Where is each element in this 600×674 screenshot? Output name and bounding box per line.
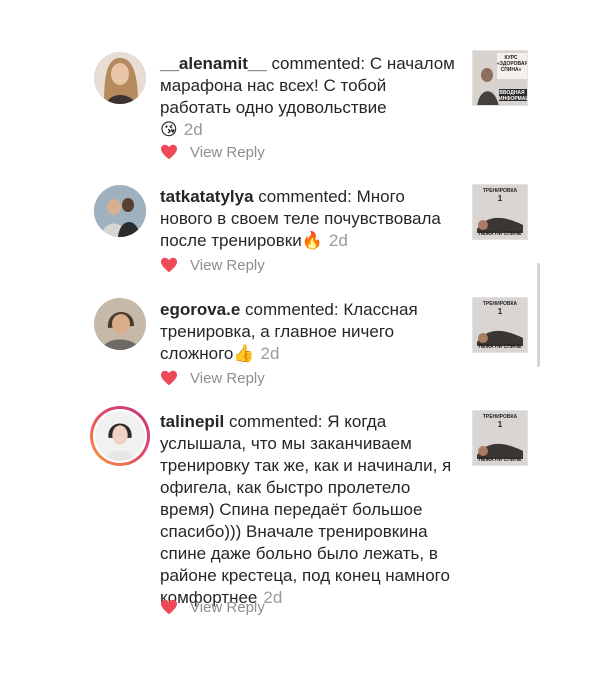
- fire-emoji-icon: 🔥: [301, 231, 323, 251]
- post-thumbnail[interactable]: ТРЕНИРОВКА 1 ЛЁЖА НА СПИНЕ: [472, 297, 528, 353]
- avatar[interactable]: [94, 52, 146, 104]
- heart-icon[interactable]: [160, 144, 178, 160]
- woman-portrait-icon: [95, 411, 145, 461]
- avatar[interactable]: [94, 185, 146, 237]
- heart-icon[interactable]: [160, 257, 178, 273]
- avatar[interactable]: [90, 406, 150, 466]
- post-thumbnail[interactable]: КУРС «ЗДОРОВАЯ СПИНА» ВВОДНАЯ ИНФОРМАЦИЯ: [472, 50, 528, 106]
- comment-body: Я когда услышала, что мы заканчиваем тре…: [160, 412, 452, 607]
- thumb-text: ИНФОРМАЦИЯ: [499, 96, 527, 102]
- comment-username[interactable]: egorova.e: [160, 300, 240, 319]
- comment-username[interactable]: __alenamit__: [160, 54, 267, 73]
- heart-icon[interactable]: [160, 599, 178, 615]
- post-thumbnail[interactable]: ТРЕНИРОВКА 1 ЛЁЖА НА СПИНЕ: [472, 410, 528, 466]
- comment-time: 2d: [183, 120, 203, 139]
- reply-row: View Reply: [160, 596, 265, 618]
- avatar[interactable]: [94, 298, 146, 350]
- thumb-text: ЛЁЖА НА СПИНЕ: [478, 231, 522, 237]
- people-photo-icon: [94, 185, 146, 237]
- thumb-text: 1: [497, 194, 503, 203]
- thumb-text: ЛЁЖА НА СПИНЕ: [478, 457, 522, 463]
- comment-verb: commented:: [228, 412, 323, 431]
- view-reply-link[interactable]: View Reply: [190, 257, 265, 274]
- reply-row: View Reply: [160, 367, 265, 389]
- comment-time: 2d: [263, 588, 283, 607]
- comment-text: egorova.e commented: Классная тренировка…: [160, 299, 456, 365]
- scrollbar[interactable]: [537, 263, 540, 367]
- woman-portrait-icon: [94, 52, 146, 104]
- comment-verb: commented:: [271, 54, 366, 73]
- thumbs-up-emoji-icon: 👍: [233, 344, 255, 364]
- view-reply-link[interactable]: View Reply: [190, 599, 265, 616]
- view-reply-link[interactable]: View Reply: [190, 144, 265, 161]
- kiss-emoji-icon: 😘: [160, 120, 178, 140]
- thumb-text: 1: [497, 420, 503, 429]
- comment-username[interactable]: talinepil: [160, 412, 224, 431]
- comment-time: 2d: [328, 231, 348, 250]
- view-reply-link[interactable]: View Reply: [190, 370, 265, 387]
- comment-text: __alenamit__ commented: С началом марафо…: [160, 53, 456, 141]
- heart-icon[interactable]: [160, 370, 178, 386]
- reply-row: View Reply: [160, 141, 265, 163]
- comment-verb: commented:: [245, 300, 339, 319]
- thumb-text: ЛЁЖА НА СПИНЕ: [478, 344, 522, 350]
- comment-username[interactable]: tatkatatylya: [160, 187, 254, 206]
- thumb-text: 1: [497, 307, 503, 316]
- comment-time: 2d: [260, 344, 280, 363]
- thumb-text: СПИНА»: [500, 67, 522, 73]
- post-thumbnail[interactable]: ТРЕНИРОВКА 1 ЛЁЖА НА СПИНЕ: [472, 184, 528, 240]
- comment-text: talinepil commented: Я когда услышала, ч…: [160, 411, 456, 609]
- reply-row: View Reply: [160, 254, 265, 276]
- comment-verb: commented:: [258, 187, 352, 206]
- woman-portrait-icon: [94, 298, 146, 350]
- comment-text: tatkatatylya commented: Много нового в с…: [160, 186, 456, 252]
- comment-feed: __alenamit__ commented: С началом марафо…: [0, 0, 600, 674]
